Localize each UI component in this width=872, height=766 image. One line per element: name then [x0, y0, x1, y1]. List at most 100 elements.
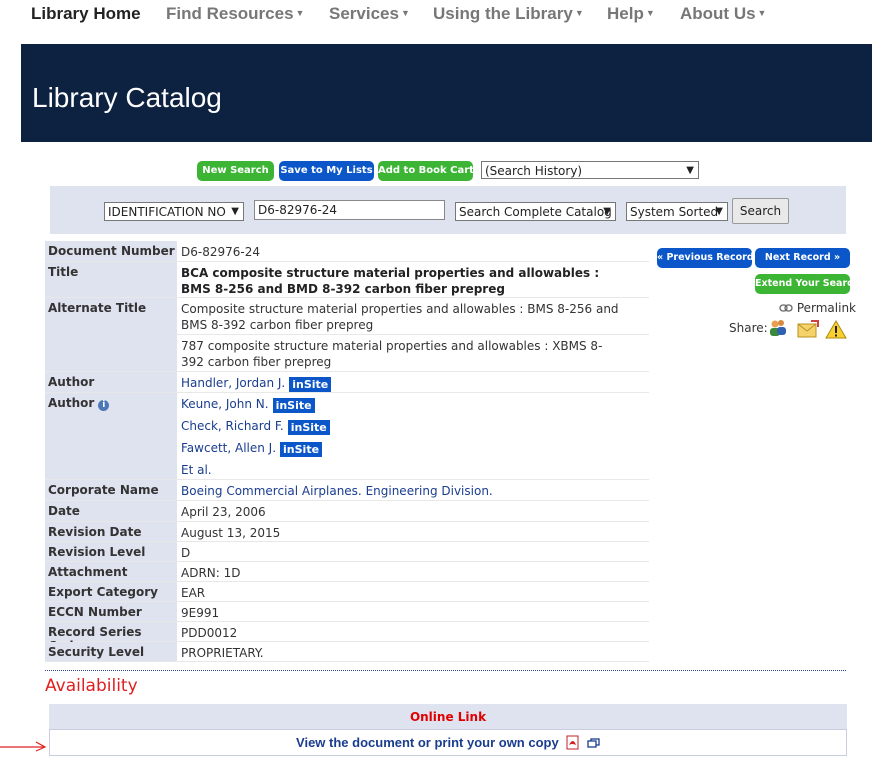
extend-search-button[interactable]: Extend Your Search — [755, 274, 860, 294]
value-alternate-title-1: Composite structure material properties … — [181, 302, 619, 332]
value-title: BCA composite structure material propert… — [181, 266, 600, 296]
row-revision-date: Revision Date August 13, 2015 — [45, 522, 649, 542]
label-export-category: Export Category — [45, 582, 177, 601]
value-revision-date: August 13, 2015 — [181, 526, 281, 540]
previous-record-button[interactable]: « Previous Record — [657, 248, 754, 268]
warning-icon[interactable] — [825, 320, 847, 344]
author-item: Fawcett, Allen J. inSite — [181, 437, 641, 459]
nav-using-library-label: Using the Library — [433, 4, 573, 23]
value-export-category: EAR — [181, 586, 206, 600]
row-security-level: Security Level PROPRIETARY. — [45, 642, 649, 662]
row-date: Date April 23, 2006 — [45, 501, 649, 522]
value-document-number: D6-82976-24 — [181, 245, 260, 259]
value-author-1: Handler, Jordan J. inSite — [181, 372, 641, 392]
nav-help-label: Help — [607, 4, 644, 23]
value-attachment: ADRN: 1D — [181, 566, 241, 580]
author-link[interactable]: Handler, Jordan J. — [181, 376, 285, 390]
view-document-link[interactable]: View the document or print your own copy — [296, 735, 559, 750]
label-eccn-number: ECCN Number — [45, 602, 177, 621]
chevron-down-icon: ▼ — [295, 8, 305, 18]
value-record-series-code: PDD0012 — [181, 626, 238, 640]
new-window-icon[interactable] — [587, 731, 600, 757]
row-title: Title BCA composite structure material p… — [45, 262, 649, 298]
search-field-select[interactable]: IDENTIFICATION NO ▼ — [104, 202, 244, 221]
chevron-down-icon: ▼ — [574, 8, 584, 18]
author-item: Check, Richard F. inSite — [181, 415, 641, 437]
insite-badge[interactable]: inSite — [289, 377, 332, 392]
sort-select[interactable]: System Sorted ▼ — [626, 202, 728, 221]
nav-about-us-label: About Us — [680, 4, 756, 23]
add-to-book-cart-button[interactable]: Add to Book Cart — [378, 161, 474, 181]
author-link[interactable]: Check, Richard F. — [181, 419, 284, 433]
nav-services[interactable]: Services ▼ — [329, 4, 410, 24]
author-link[interactable]: Keune, John N. — [181, 397, 269, 411]
nav-library-home[interactable]: Library Home — [31, 4, 141, 24]
nav-using-library[interactable]: Using the Library ▼ — [433, 4, 584, 24]
availability-heading: Availability — [45, 676, 138, 696]
author-link[interactable]: Et al. — [181, 463, 212, 477]
insite-badge[interactable]: inSite — [272, 398, 315, 413]
new-search-button[interactable]: New Search — [197, 161, 274, 181]
chevron-down-icon: ▼ — [400, 8, 410, 18]
save-to-lists-button[interactable]: Save to My Lists — [279, 161, 374, 181]
label-title: Title — [45, 262, 177, 297]
label-record-series-code: Record Series Code — [45, 622, 177, 653]
next-record-button[interactable]: Next Record » — [755, 248, 850, 268]
row-corporate-name: Corporate Name Boeing Commercial Airplan… — [45, 480, 649, 501]
label-corporate-name: Corporate Name — [45, 480, 177, 500]
top-nav: Library Home Find Resources ▼ Services ▼ U… — [0, 0, 872, 30]
email-share-icon[interactable] — [797, 319, 819, 344]
label-revision-level: Revision Level — [45, 542, 177, 561]
label-author-2: Author i — [45, 393, 177, 479]
row-revision-level: Revision Level D — [45, 542, 649, 562]
label-author-1: Author — [45, 372, 177, 392]
section-divider — [45, 670, 846, 671]
value-author-2: Keune, John N. inSite Check, Richard F. in… — [181, 393, 641, 481]
author-item: Keune, John N. inSite — [181, 393, 641, 415]
row-export-category: Export Category EAR — [45, 582, 649, 602]
share-label: Share: — [729, 321, 768, 335]
nav-help[interactable]: Help ▼ — [607, 4, 655, 24]
page-title: Library Catalog — [32, 82, 222, 113]
nav-find-resources[interactable]: Find Resources ▼ — [166, 4, 304, 24]
row-alternate-title-2: 787 composite structure material propert… — [45, 335, 649, 372]
pdf-icon[interactable] — [566, 733, 580, 759]
author-link[interactable]: Fawcett, Allen J. — [181, 441, 276, 455]
search-scope-select[interactable]: Search Complete Catalog ▼ — [455, 202, 616, 221]
insite-badge[interactable]: inSite — [287, 420, 330, 435]
author-item: Et al. — [181, 459, 641, 481]
info-icon[interactable]: i — [98, 400, 110, 411]
label-date: Date — [45, 501, 177, 521]
value-corporate-name[interactable]: Boeing Commercial Airplanes. Engineering… — [181, 480, 641, 499]
annotation-arrow-icon — [0, 739, 48, 758]
nav-about-us[interactable]: About Us ▼ — [680, 4, 766, 24]
value-eccn-number: 9E991 — [181, 606, 220, 620]
nav-services-label: Services — [329, 4, 399, 23]
row-author-1: Author Handler, Jordan J. inSite — [45, 372, 649, 393]
chevron-down-icon: ▼ — [603, 206, 611, 217]
row-eccn-number: ECCN Number 9E991 — [45, 602, 649, 622]
chevron-down-icon: ▼ — [757, 8, 767, 18]
row-attachment: Attachment ADRN: 1D — [45, 562, 649, 582]
chevron-down-icon: ▼ — [686, 165, 694, 176]
search-button[interactable]: Search — [732, 198, 789, 224]
search-input[interactable]: D6-82976-24 — [254, 200, 445, 220]
row-document-number: Document Number D6-82976-24 — [45, 241, 649, 262]
search-history-select[interactable]: (Search History) ▼ — [481, 161, 699, 179]
users-share-icon[interactable] — [768, 318, 788, 343]
label-attachment: Attachment — [45, 562, 177, 581]
value-alternate-title-2: 787 composite structure material propert… — [181, 339, 603, 369]
search-scope-value: Search Complete Catalog — [459, 205, 612, 219]
page-banner: Library Catalog — [21, 44, 872, 142]
value-date: April 23, 2006 — [181, 505, 266, 519]
chevron-down-icon: ▼ — [715, 206, 723, 217]
permalink-link[interactable]: Permalink — [779, 301, 856, 315]
search-history-value: (Search History) — [485, 164, 583, 178]
label-author-2-text: Author — [48, 396, 95, 410]
value-revision-level: D — [181, 546, 191, 560]
chevron-down-icon: ▼ — [645, 8, 655, 18]
search-field-value: IDENTIFICATION NO — [108, 205, 226, 219]
insite-badge[interactable]: inSite — [280, 442, 323, 457]
nav-find-resources-label: Find Resources — [166, 4, 294, 23]
value-security-level: PROPRIETARY. — [181, 646, 264, 660]
